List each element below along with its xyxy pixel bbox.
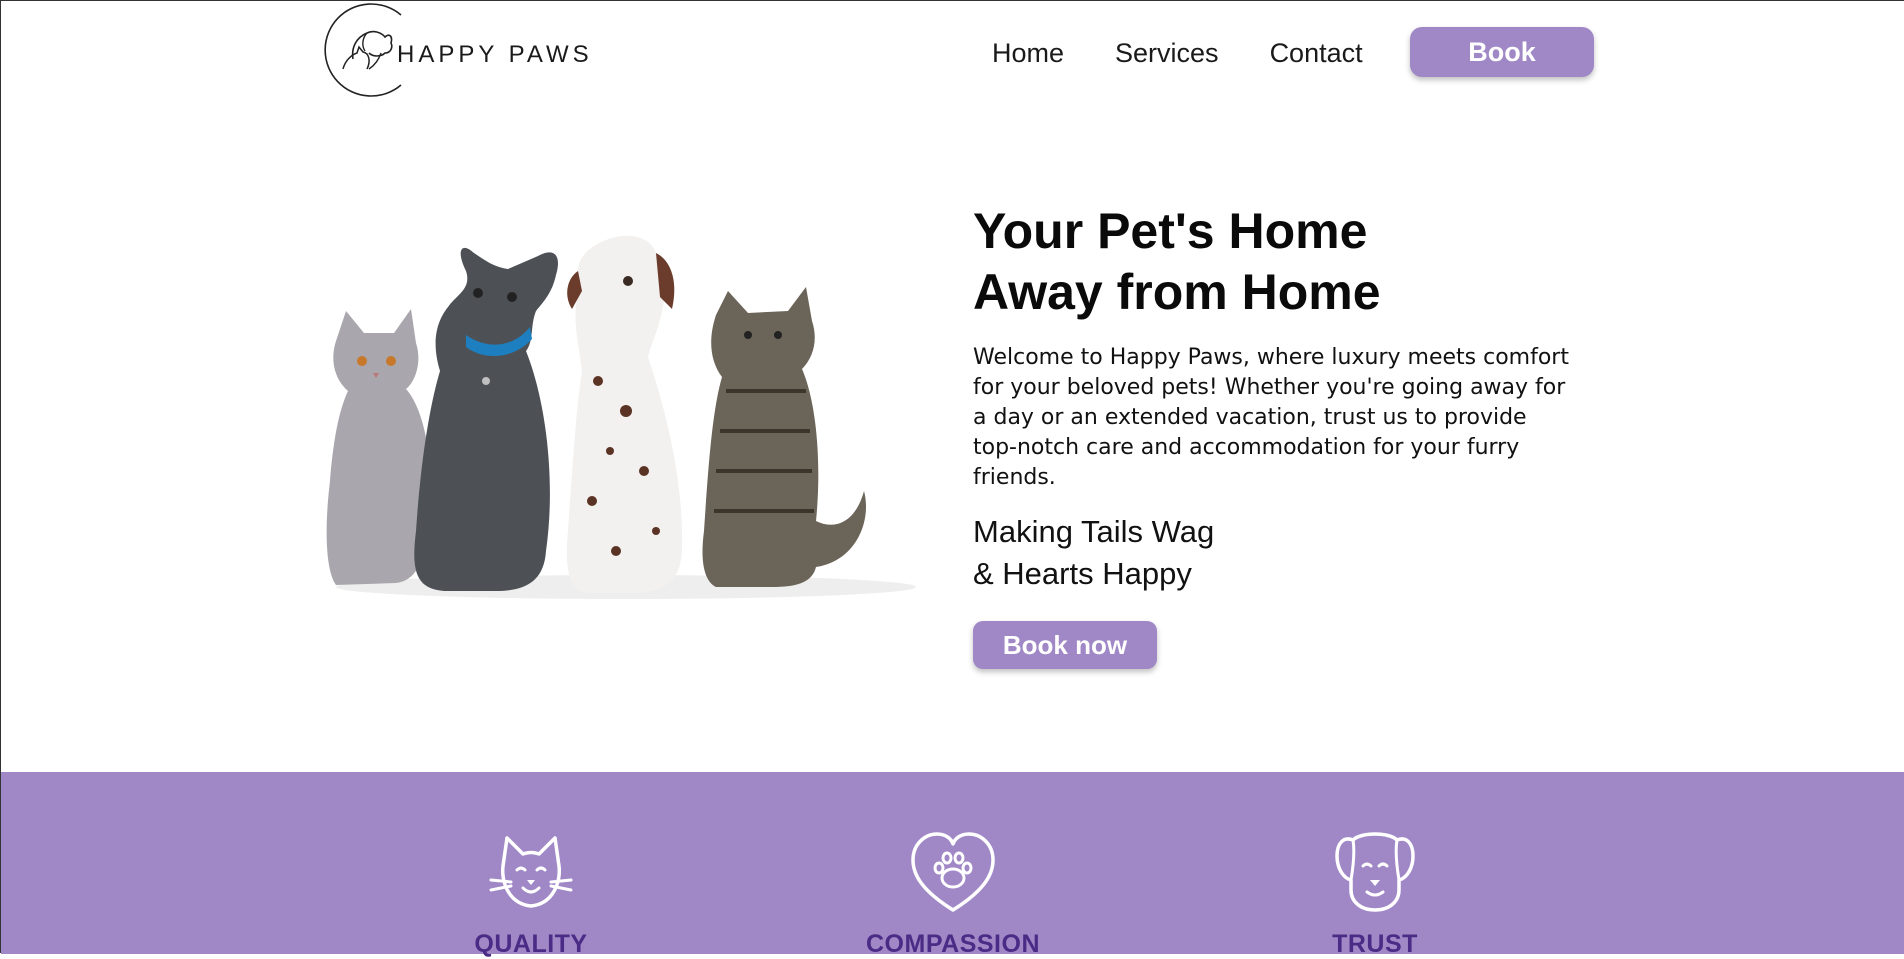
feature-quality: QUALITY [421, 830, 641, 959]
feature-label-compassion: COMPASSION [866, 930, 1040, 958]
heart-paw-icon [911, 832, 995, 912]
main-nav: Home Services Contact [992, 27, 1414, 79]
book-button[interactable]: Book [1410, 27, 1594, 77]
hero-tagline: Making Tails Wag & Hearts Happy [973, 511, 1593, 595]
nav-services[interactable]: Services [1115, 38, 1219, 69]
hero-title-line2: Away from Home [973, 264, 1381, 320]
book-now-button[interactable]: Book now [973, 621, 1157, 669]
feature-label-trust: TRUST [1332, 930, 1418, 958]
nav-contact[interactable]: Contact [1270, 38, 1363, 69]
nav-home[interactable]: Home [992, 38, 1064, 69]
brand-name: HAPPY PAWS [397, 41, 593, 68]
dog-cat-logo-icon [324, 3, 402, 97]
header: HAPPY PAWS Home Services Contact Book [1, 1, 1904, 111]
tagline-line2: & Hearts Happy [973, 556, 1192, 591]
dog-face-icon [1335, 832, 1415, 912]
hero-title-line1: Your Pet's Home [973, 203, 1368, 259]
feature-compassion: COMPASSION [843, 830, 1063, 959]
bulldog [414, 247, 558, 591]
tabby-cat [702, 287, 866, 587]
cat-face-icon [489, 836, 573, 908]
hero-title: Your Pet's Home Away from Home [973, 201, 1593, 323]
feature-label-quality: QUALITY [474, 930, 588, 958]
hero-description: Welcome to Happy Paws, where luxury meet… [973, 345, 1569, 490]
cats-and-dogs-photo [316, 231, 936, 606]
pets-illustration [326, 235, 916, 599]
feature-trust: TRUST [1265, 830, 1485, 959]
features-band: QUALITY COMPASSION TRUST [1, 772, 1904, 958]
hero-section: Your Pet's Home Away from Home Welcome t… [973, 201, 1593, 669]
dalmatian [566, 235, 683, 593]
logo[interactable]: HAPPY PAWS [313, 3, 593, 103]
tagline-line1: Making Tails Wag [973, 514, 1215, 549]
